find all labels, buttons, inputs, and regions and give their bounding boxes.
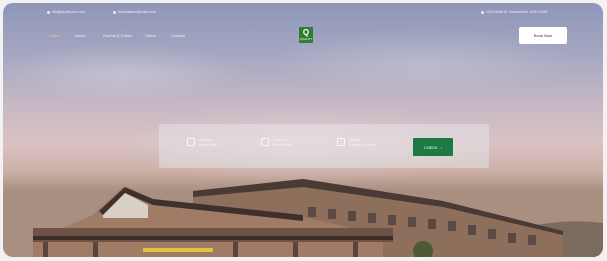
- phone-link[interactable]: reservations@hotel.com: [113, 10, 156, 14]
- address-text: 1234 Hotel St, Somewhere, USA 12345: [486, 10, 548, 14]
- nav-about[interactable]: About: [75, 33, 85, 38]
- phone-icon: [113, 10, 116, 14]
- nav-offers[interactable]: Offers: [145, 33, 156, 38]
- checkout-value: Select Date: [273, 143, 292, 147]
- mail-icon: [47, 10, 50, 14]
- phone-text: reservations@hotel.com: [118, 10, 156, 14]
- user-icon: [337, 138, 345, 146]
- guests-field[interactable]: Guests 2 Adults, 1 Room: [337, 138, 376, 148]
- check-availability-button[interactable]: CHECK ›: [413, 138, 453, 156]
- nav-contact[interactable]: Contact: [171, 33, 185, 38]
- nav-home[interactable]: Home: [49, 33, 60, 38]
- calendar-icon: [261, 138, 269, 146]
- calendar-icon: [187, 138, 195, 146]
- book-now-button[interactable]: Book Now: [519, 27, 567, 44]
- hero-frame: info@quality-inn.com reservations@hotel.…: [3, 3, 603, 257]
- booking-search-panel: Check in Select Date Check out Select Da…: [159, 124, 489, 168]
- email-link[interactable]: info@quality-inn.com: [47, 10, 85, 14]
- address-link[interactable]: 1234 Hotel St, Somewhere, USA 12345: [481, 10, 547, 14]
- checkout-field[interactable]: Check out Select Date: [261, 138, 291, 148]
- checkin-value: Select Date: [199, 143, 218, 147]
- nav-rooms[interactable]: Rooms & Suites: [103, 33, 132, 38]
- check-button-label: CHECK: [423, 144, 438, 150]
- checkin-field[interactable]: Check in Select Date: [187, 138, 217, 148]
- logo-letter: Q: [302, 28, 310, 37]
- arrow-right-icon: ›: [440, 144, 443, 150]
- location-icon: [481, 10, 484, 14]
- hotel-logo[interactable]: Q QUALITY: [299, 27, 313, 43]
- logo-text: QUALITY: [299, 37, 313, 41]
- guests-value: 2 Adults, 1 Room: [349, 143, 376, 147]
- top-info-bar: info@quality-inn.com reservations@hotel.…: [3, 3, 603, 19]
- email-text: info@quality-inn.com: [52, 10, 85, 14]
